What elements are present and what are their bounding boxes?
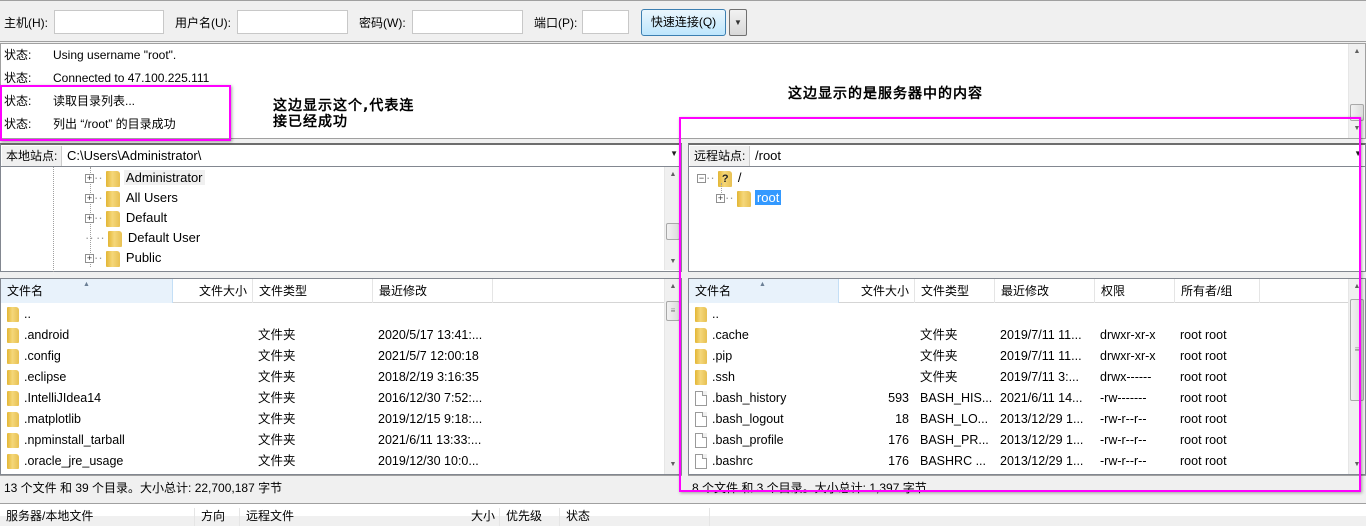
column-header-filetype[interactable]: 文件类型 [253, 279, 373, 303]
file-row[interactable]: .matplotlib 文件夹 2019/12/15 9:18:... [1, 409, 661, 430]
folder-icon [108, 230, 123, 247]
file-row[interactable]: .. [1, 304, 661, 325]
queue-column-status[interactable]: 状态 [560, 508, 710, 526]
folder-icon [7, 349, 19, 364]
cell-name: .. [24, 307, 31, 321]
cell-name: .oracle_jre_usage [24, 454, 124, 468]
file-row[interactable]: .IntelliJIdea14 文件夹 2016/12/30 7:52:... [1, 388, 661, 409]
queue-column-priority[interactable]: 优先级 [500, 508, 560, 526]
column-header-modified[interactable]: 最近修改 [373, 279, 493, 303]
scroll-up-icon[interactable]: ▲ [1349, 44, 1365, 60]
log-entry: 状态: Using username "root". [4, 48, 177, 62]
cell-type: 文件夹 [258, 454, 296, 468]
cell-type: 文件夹 [258, 349, 296, 363]
local-status-bar: 13 个文件 和 39 个目录。大小总计: 22,700,187 字节 [0, 475, 682, 499]
cell-type: 文件夹 [258, 433, 296, 447]
cell-type: 文件夹 [258, 412, 296, 426]
folder-icon [7, 433, 19, 448]
file-row[interactable]: .config 文件夹 2021/5/7 12:00:18 [1, 346, 661, 367]
column-header-filename[interactable]: ▲ 文件名 [1, 279, 173, 303]
cell-modified: 2021/5/7 12:00:18 [378, 349, 479, 363]
annotation-note-left: 这边显示这个,代表连 接已经成功 [273, 98, 415, 130]
transfer-queue: 服务器/本地文件 方向 远程文件 大小 优先级 状态 [0, 503, 1366, 526]
local-site-label: 本地站点: [2, 146, 63, 166]
annotation-note-right: 这边显示的是服务器中的内容 [788, 86, 983, 102]
username-label: 用户名(U): [175, 16, 231, 30]
cell-name: .matplotlib [24, 412, 81, 426]
expand-icon[interactable]: + [85, 254, 94, 264]
cell-type: 文件夹 [258, 370, 296, 384]
cell-modified: 2018/2/19 3:16:35 [378, 370, 479, 384]
annotation-box-server-content [679, 117, 1361, 492]
folder-icon [106, 250, 121, 267]
tree-line [53, 167, 54, 272]
cell-modified: 2020/5/17 13:41:... [378, 328, 483, 342]
chevron-down-icon: ▼ [734, 18, 742, 27]
file-row[interactable]: .oracle_jre_usage 文件夹 2019/12/30 10:0... [1, 451, 661, 472]
port-input[interactable] [582, 10, 629, 34]
local-directory-tree: + ·· Administrator + ·· All Users + ·· Defa… [0, 167, 682, 272]
quickconnect-bar: 主机(H): 用户名(U): 密码(W): 端口(P): 快速连接(Q) ▼ [0, 0, 1366, 42]
cell-type: 文件夹 [258, 391, 296, 405]
cell-modified: 2021/6/11 13:33:... [378, 433, 482, 447]
folder-icon [7, 412, 19, 427]
folder-icon [106, 210, 121, 227]
file-row[interactable]: .npminstall_tarball 文件夹 2021/6/11 13:33:..… [1, 430, 661, 451]
local-site-bar: 本地站点: C:\Users\Administrator\ ▼ [0, 143, 682, 167]
file-row[interactable]: .eclipse 文件夹 2018/2/19 3:16:35 [1, 367, 661, 388]
cell-modified: 2016/12/30 7:52:... [378, 391, 483, 405]
cell-name: .config [24, 349, 61, 363]
sort-ascending-icon: ▲ [83, 281, 90, 288]
cell-type: 文件夹 [258, 328, 296, 342]
cell-name: .android [24, 328, 70, 342]
scrollbar-thumb[interactable]: ≡ [666, 301, 680, 321]
chevron-down-icon[interactable]: ▼ [670, 149, 678, 158]
tree-item-default[interactable]: + ·· Default [85, 208, 169, 228]
cell-name: .IntelliJIdea14 [24, 391, 102, 405]
folder-icon [7, 391, 19, 406]
local-file-list: ▲ 文件名 文件大小 文件类型 最近修改 .. .android 文件夹 2020/5/… [0, 278, 682, 475]
cell-modified: 2019/12/30 10:0... [378, 454, 479, 468]
tree-item-public[interactable]: + ·· Public [85, 248, 163, 268]
quickconnect-history-button[interactable]: ▼ [729, 9, 747, 36]
queue-column-server-local-file[interactable]: 服务器/本地文件 [0, 508, 195, 526]
password-input[interactable] [412, 10, 523, 34]
queue-column-size[interactable]: 大小 [420, 508, 500, 526]
expand-icon[interactable]: + [85, 194, 94, 204]
tree-item-administrator[interactable]: + ·· Administrator [85, 168, 205, 188]
port-label: 端口(P): [534, 16, 578, 30]
quickconnect-button[interactable]: 快速连接(Q) [641, 9, 726, 36]
folder-icon [106, 190, 121, 207]
scrollbar-thumb[interactable] [666, 223, 680, 240]
expand-icon[interactable]: + [85, 214, 94, 224]
username-input[interactable] [237, 10, 348, 34]
column-header-filesize[interactable]: 文件大小 [173, 279, 253, 303]
cell-modified: 2019/12/15 9:18:... [378, 412, 483, 426]
folder-icon [7, 307, 19, 322]
folder-icon [7, 328, 19, 343]
queue-column-direction[interactable]: 方向 [195, 508, 240, 526]
tree-item-default-user[interactable]: ·· ·· Default User [85, 228, 202, 248]
annotation-box-connection-success [0, 85, 231, 141]
folder-icon [7, 370, 19, 385]
tree-item-all-users[interactable]: + ·· All Users [85, 188, 180, 208]
expand-icon[interactable]: + [85, 174, 94, 184]
password-label: 密码(W): [359, 16, 406, 30]
file-row[interactable]: .android 文件夹 2020/5/17 13:41:... [1, 325, 661, 346]
folder-icon [7, 454, 19, 469]
local-path-input[interactable]: C:\Users\Administrator\ [67, 146, 201, 166]
host-input[interactable] [54, 10, 164, 34]
user-folder-icon [106, 170, 121, 187]
cell-name: .npminstall_tarball [24, 433, 125, 447]
cell-name: .eclipse [24, 370, 67, 384]
local-file-list-header: ▲ 文件名 文件大小 文件类型 最近修改 [1, 279, 665, 303]
host-label: 主机(H): [4, 16, 48, 30]
